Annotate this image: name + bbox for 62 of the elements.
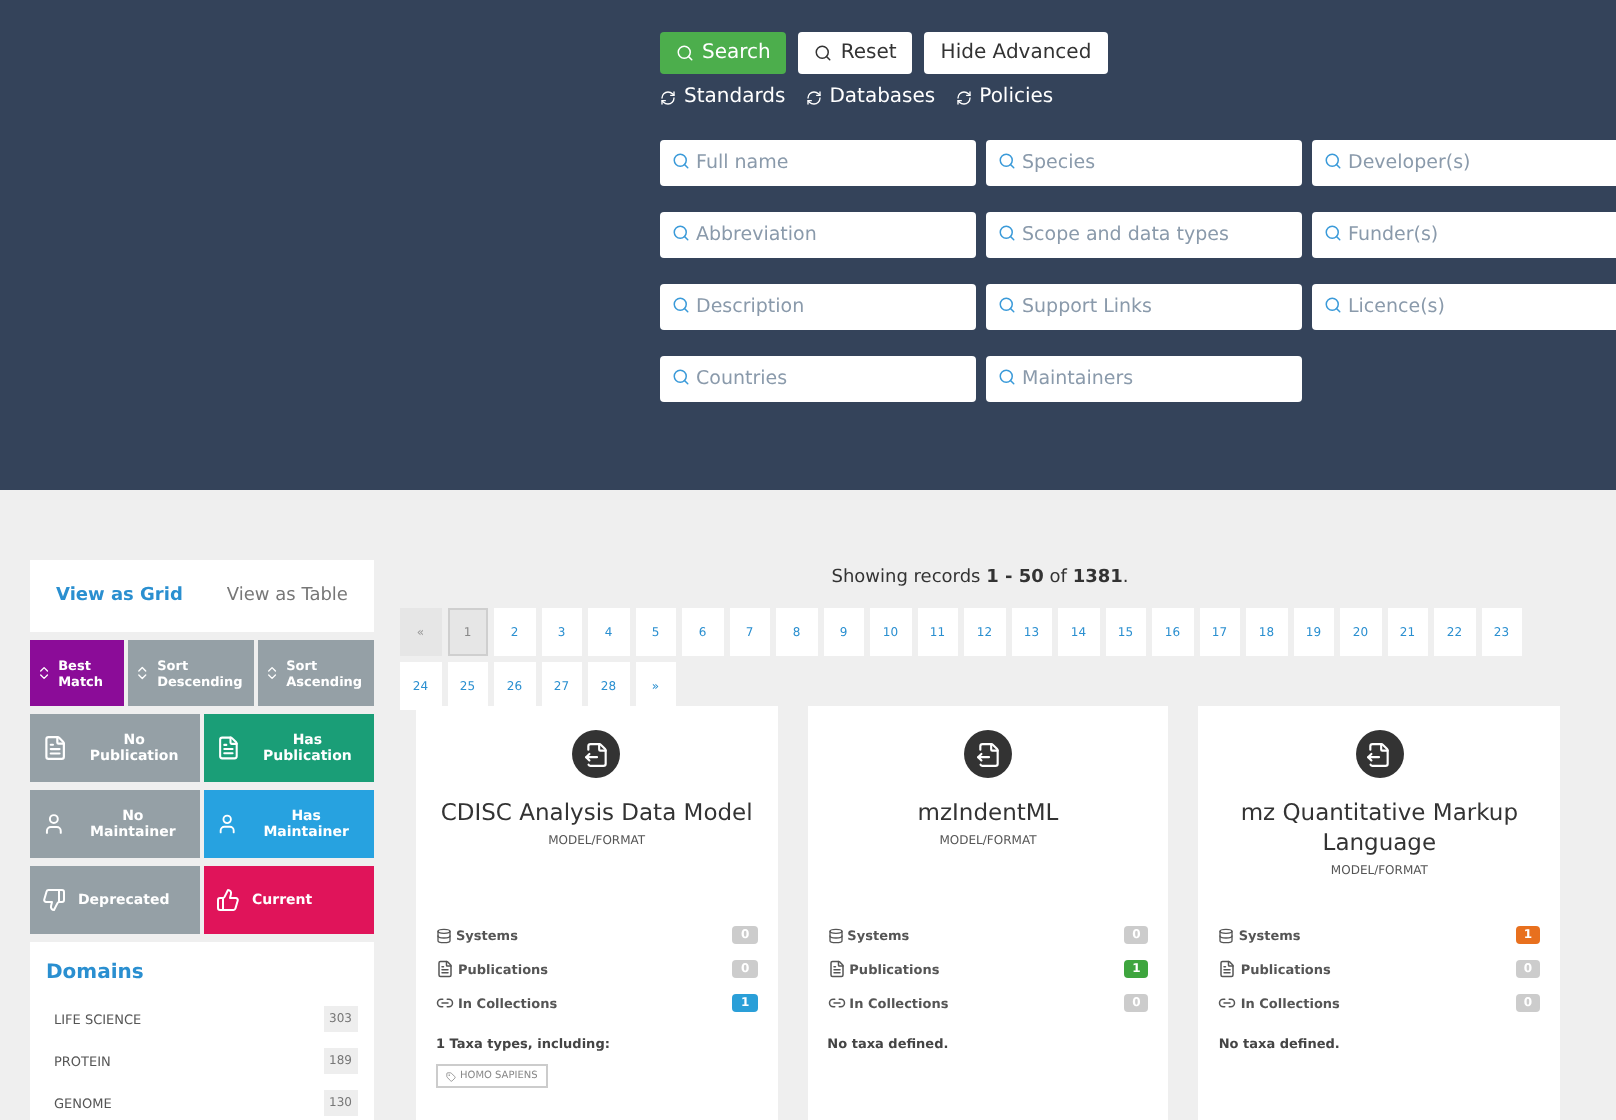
sort-icon <box>134 662 152 684</box>
sort-icon <box>36 662 53 684</box>
refresh-icon <box>660 89 676 105</box>
search-icon <box>672 152 690 170</box>
user-icon <box>42 812 66 836</box>
record-title[interactable]: mzIndentML <box>917 798 1059 828</box>
database-icon <box>1218 927 1235 943</box>
toggle-advanced-button[interactable]: Hide Advanced <box>924 32 1108 74</box>
reset-button[interactable]: Reset <box>798 32 913 74</box>
link-icon <box>436 994 454 1012</box>
view-tab[interactable]: View as Table <box>226 586 348 606</box>
search-field[interactable]: Developer(s) <box>1312 140 1616 186</box>
search-icon <box>998 224 1016 242</box>
search-icon <box>1324 296 1342 314</box>
search-icon <box>1324 152 1342 170</box>
search-field[interactable]: Abbreviation <box>660 212 976 258</box>
thumbs-down-icon <box>42 888 66 912</box>
search-button[interactable]: Search <box>660 32 787 74</box>
search-field[interactable]: Species <box>986 140 1302 186</box>
search-icon <box>998 152 1016 170</box>
document-icon <box>827 960 846 978</box>
search-field[interactable]: Support Links <box>986 284 1302 330</box>
record-title[interactable]: CDISC Analysis Data Model <box>440 798 753 828</box>
search-icon <box>672 368 690 386</box>
type-toggle[interactable]: Standards <box>660 86 786 108</box>
search-field[interactable]: Maintainers <box>986 356 1302 402</box>
thumbs-up-icon <box>216 888 240 912</box>
database-icon <box>827 927 844 943</box>
document-icon <box>42 734 69 762</box>
search-icon <box>672 296 690 314</box>
export-icon <box>964 730 1012 778</box>
export-icon <box>1355 730 1404 778</box>
search-field[interactable]: Description <box>660 284 976 330</box>
tag-icon <box>446 1071 456 1081</box>
sort-icon <box>264 662 281 684</box>
search-icon <box>814 44 833 62</box>
search-field[interactable]: Full name <box>660 140 976 186</box>
records-summary: Showing records 1 - 50 of 1381. <box>829 568 1131 588</box>
type-toggle[interactable]: Policies <box>955 86 1054 108</box>
search-field[interactable]: Countries <box>660 356 976 402</box>
view-tab[interactable]: View as Grid <box>56 586 183 606</box>
export-icon <box>572 730 621 778</box>
search-icon <box>672 224 690 242</box>
search-field[interactable]: Scope and data types <box>986 212 1302 258</box>
document-icon <box>436 960 454 978</box>
search-icon <box>998 368 1016 386</box>
document-icon <box>1218 960 1237 978</box>
link-icon <box>827 994 846 1012</box>
search-field[interactable]: Licence(s) <box>1312 284 1616 330</box>
search-icon <box>676 44 694 62</box>
record-title[interactable]: mz Quantitative Markup Language <box>1218 798 1541 858</box>
user-icon <box>216 812 239 836</box>
domains-heading: Domains <box>46 962 146 984</box>
search-field[interactable]: Funder(s) <box>1312 212 1616 258</box>
link-icon <box>1218 994 1237 1012</box>
document-icon <box>216 734 241 762</box>
search-icon <box>998 296 1016 314</box>
refresh-icon <box>805 89 822 105</box>
refresh-icon <box>955 89 972 105</box>
type-toggle[interactable]: Databases <box>805 86 936 108</box>
search-icon <box>1324 224 1342 242</box>
database-icon <box>436 927 452 943</box>
